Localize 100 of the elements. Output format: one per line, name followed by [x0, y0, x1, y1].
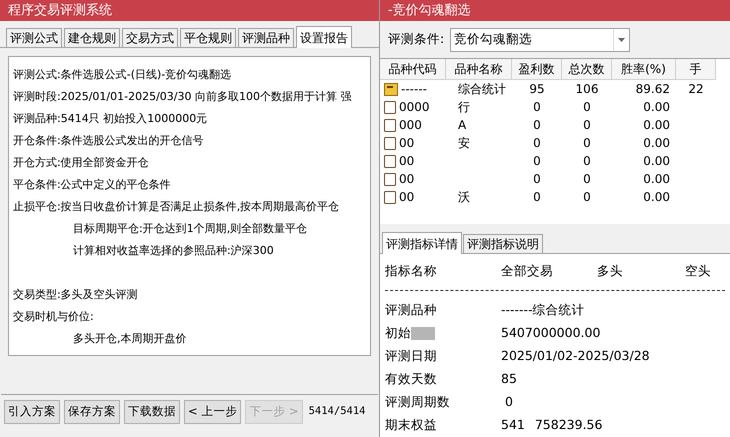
table-cell-text: 00 — [399, 153, 414, 170]
table-cell-text: 00 — [399, 135, 414, 152]
table-cell-text: A — [458, 117, 466, 134]
table-cell-text: 0.00 — [643, 189, 670, 206]
document-icon — [384, 154, 396, 168]
detail-header: 多头 — [597, 262, 624, 280]
table-cell-text: 22 — [688, 81, 704, 98]
table-cell-text: 0 — [583, 171, 591, 188]
window-title: -竞价勾魂翻选 — [388, 2, 471, 20]
table-cell-text: 95 — [529, 81, 545, 98]
document-icon — [384, 190, 396, 204]
report-label: 开仓条件: — [13, 132, 61, 149]
table-cell-text: ------ — [401, 81, 427, 98]
report-value: 条件选股公式发出的开仓信号 — [60, 132, 204, 149]
metric-value: 85 — [501, 370, 517, 388]
table-cell-text: 000 — [399, 117, 422, 134]
table-cell-text: 0.00 — [643, 171, 670, 188]
report-value: 公式中定义的平仓条件 — [60, 176, 171, 193]
metric-value: 0 — [504, 393, 513, 412]
report-label: 止损平仓: — [13, 198, 61, 215]
report-value: 多头及空头评测 — [60, 286, 138, 303]
report-value: 目标周期平仓:开仓达到1个周期,则全部数量平仓 — [73, 220, 308, 237]
report-value: 按当日收盘价计算是否满足止损条件,按本周期最高价平仓 — [60, 198, 340, 215]
metric-name: 初始 — [385, 324, 411, 342]
tab[interactable]: 评测指标说明 — [463, 234, 543, 253]
table-cell-text: 0 — [533, 117, 541, 134]
table-cell-text: 0 — [583, 189, 591, 206]
detail-header: 指标名称 — [385, 262, 438, 280]
table-cell-text: 0000 — [399, 99, 430, 116]
table-cell-text: 00 — [399, 171, 414, 188]
detail-header: 全部交易 — [501, 262, 554, 280]
progress-count: 5414/5414 — [308, 404, 366, 420]
document-icon — [384, 136, 396, 150]
toolbar-button[interactable]: 下载数据 — [124, 400, 180, 424]
table-cell-text: 0 — [533, 171, 541, 188]
table-cell-text: 00 — [399, 189, 414, 206]
report-label: 开仓方式: — [13, 154, 61, 171]
report-value: 条件选股公式-(日线)-竞价勾魂翻选 — [60, 66, 232, 83]
table-cell-text: 0.00 — [643, 153, 670, 170]
metric-name: 期末权益 — [385, 416, 437, 434]
table-cell-text: 0 — [533, 189, 541, 206]
metric-name: 评测周期数 — [385, 393, 450, 412]
table-cell-text: 0 — [533, 153, 541, 170]
metric-value: 541 — [501, 416, 525, 434]
tab[interactable]: 设置报告 — [296, 26, 352, 48]
report-value: 5414只 初始投入1000000元 — [60, 110, 208, 127]
report-label: 评测时段: — [13, 88, 61, 105]
metric-value: 2025/01/02-2025/03/28 — [501, 347, 650, 366]
tab[interactable]: 评测指标详情 — [382, 232, 462, 254]
toolbar-button[interactable]: < 上一步 — [184, 400, 242, 424]
table-cell-text: 0 — [583, 99, 591, 116]
table-cell-text: 综合统计 — [458, 81, 506, 98]
report-label: 评测公式: — [13, 66, 61, 83]
table-cell-text: 0 — [533, 135, 541, 152]
column-header[interactable]: 总次数 — [562, 59, 612, 80]
column-header[interactable]: 手 — [676, 59, 716, 80]
tab[interactable]: 评测品种 — [238, 28, 294, 47]
condition-dropdown[interactable]: 竞价勾魂翻选 — [450, 28, 630, 52]
column-header[interactable]: 胜率(%) — [612, 59, 676, 80]
table-cell-text: 0 — [583, 117, 591, 134]
table-cell-text: 0 — [583, 153, 591, 170]
report-label: 交易时机与价位: — [13, 308, 94, 325]
tab[interactable]: 建仓规则 — [64, 28, 120, 47]
metric-value: 5407000000.00 — [501, 324, 600, 342]
report-value: 使用全部资金开仓 — [60, 154, 149, 171]
document-icon — [384, 172, 396, 186]
table-cell-text: 106 — [576, 81, 598, 98]
toolbar-button[interactable]: 引入方案 — [4, 400, 60, 424]
window-title: 程序交易评测系统 — [8, 2, 112, 20]
column-header[interactable]: 品种名称 — [446, 59, 512, 80]
detail-header: 空头 — [685, 262, 711, 280]
report-value: 2025/01/01-2025/03/30 向前多取100个数据用于计算 强 — [60, 88, 352, 105]
report-value: 计算相对收益率选择的参照品种:沪深300 — [73, 242, 274, 259]
table-cell-text: 0.00 — [643, 99, 670, 116]
document-icon — [384, 100, 396, 114]
tab[interactable]: 评测公式 — [6, 28, 62, 47]
document-icon — [384, 118, 396, 132]
condition-label: 评测条件: — [388, 30, 444, 48]
table-cell-text: 0.00 — [643, 117, 670, 134]
table-cell-text: 安 — [458, 135, 470, 152]
report-label: 平仓条件: — [13, 176, 61, 193]
report-label: 交易类型: — [13, 286, 61, 303]
table-cell-text: 沃 — [458, 189, 470, 206]
metric-value: 758239.56 — [534, 416, 602, 434]
table-cell-text: 行 — [458, 99, 470, 116]
tab[interactable]: 交易方式 — [122, 28, 178, 47]
column-header[interactable]: 盈利数 — [512, 59, 562, 80]
metric-name: 评测品种 — [385, 301, 437, 320]
table-cell-text: 0 — [533, 99, 541, 116]
table-cell-text: 0 — [583, 135, 591, 152]
tab[interactable]: 平仓规则 — [180, 28, 236, 47]
toolbar-button[interactable]: 保存方案 — [64, 400, 120, 424]
table-cell-text: 0.00 — [643, 135, 670, 152]
metric-name: 有效天数 — [385, 370, 437, 388]
report-value: 多头开仓,本周期开盘价 — [73, 330, 186, 347]
report-label: 评测品种: — [13, 110, 61, 127]
metric-value: -------综合统计 — [501, 301, 585, 320]
column-header[interactable]: 品种代码 — [380, 59, 446, 80]
metric-name: 评测日期 — [385, 347, 437, 366]
folder-icon — [384, 82, 398, 96]
